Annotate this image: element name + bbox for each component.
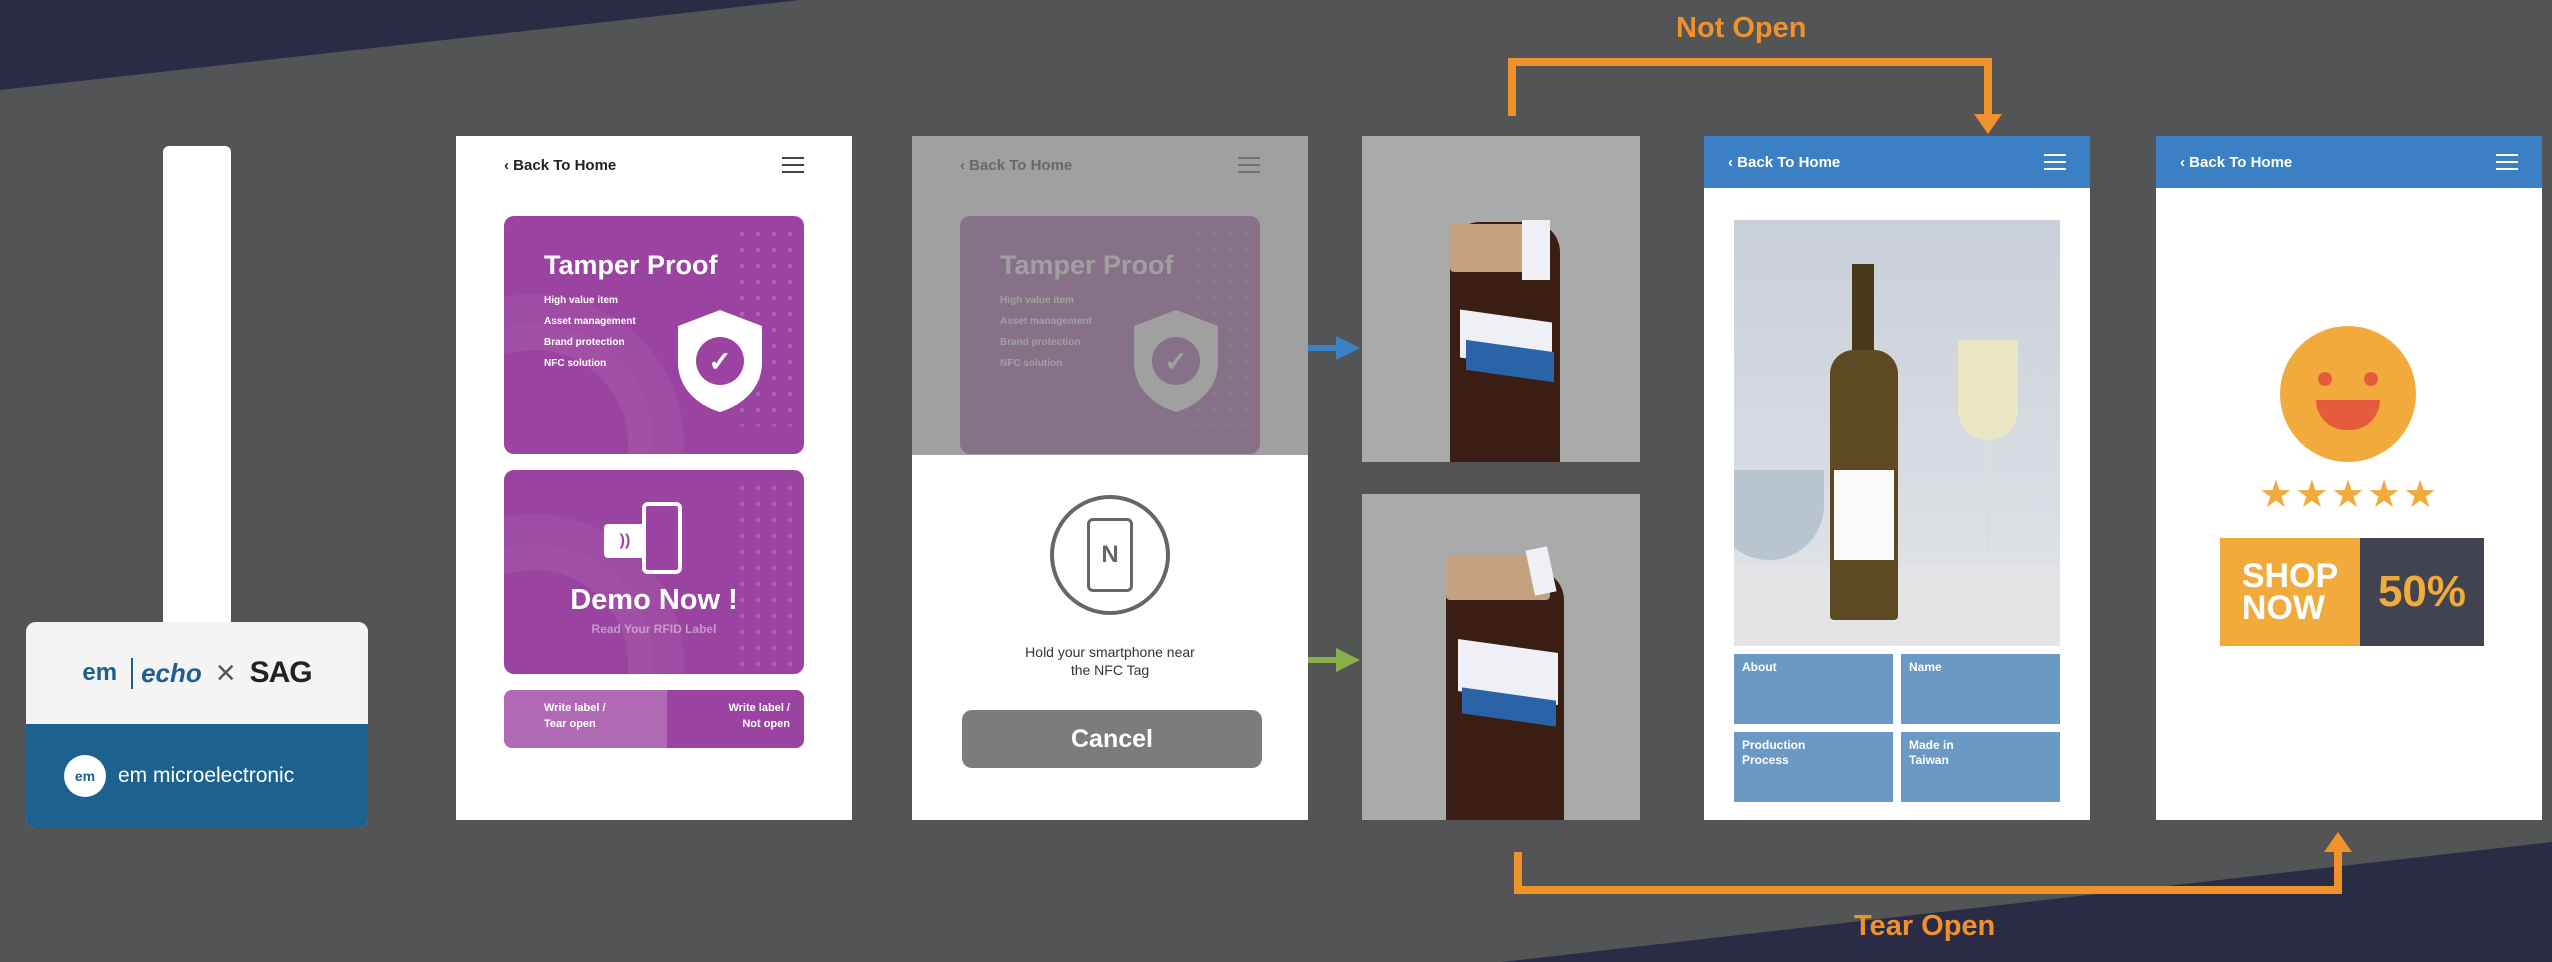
bullet-item: High value item bbox=[544, 295, 618, 306]
menu-icon[interactable] bbox=[782, 157, 804, 173]
name-cell[interactable]: Name bbox=[1901, 654, 2060, 724]
about-cell[interactable]: About bbox=[1734, 654, 1893, 724]
nfc-glyph: N bbox=[1087, 518, 1133, 592]
sealed-bottle-photo bbox=[1362, 136, 1640, 462]
shop-label: SHOP bbox=[2241, 557, 2339, 595]
dot-pattern bbox=[734, 480, 794, 674]
write-not-open-button[interactable]: Write label / Not open bbox=[667, 690, 804, 748]
nfc-tag: em echo × SAG em em microelectronic bbox=[26, 622, 368, 828]
em-logo-text: em bbox=[82, 659, 118, 686]
nfc-tag-company-row: em em microelectronic bbox=[26, 724, 368, 828]
company-name: em microelectronic bbox=[118, 764, 295, 787]
nav-bar: ‹ Back To Home bbox=[1704, 136, 2090, 188]
write-tear-label: Write label / bbox=[544, 702, 606, 714]
shop-now-coupon[interactable]: SHOP NOW 50% bbox=[2220, 538, 2484, 646]
five-star-rating: ★★★★★ bbox=[2258, 474, 2440, 516]
echo-logo-text: echo bbox=[131, 657, 202, 689]
back-to-home-link[interactable]: ‹ Back To Home bbox=[2180, 154, 2292, 171]
smiley-face-icon bbox=[2280, 326, 2416, 462]
back-label: Back To Home bbox=[2189, 153, 2293, 171]
phone-home-screen: ‹ Back To Home Tamper Proof High value i… bbox=[456, 136, 852, 820]
tamper-proof-card[interactable]: Tamper Proof High value item Asset manag… bbox=[504, 216, 804, 454]
sag-logo-text: SAG bbox=[249, 656, 313, 689]
back-to-home-link[interactable]: ‹ Back To Home bbox=[504, 157, 616, 174]
scan-instruction-line: Hold your smartphone near bbox=[1025, 644, 1195, 660]
scan-instruction-line: the NFC Tag bbox=[1070, 662, 1150, 678]
times-sign: × bbox=[215, 653, 236, 692]
back-to-home-link[interactable]: ‹ Back To Home bbox=[1728, 154, 1840, 171]
demo-now-card[interactable]: )) Demo Now ! Read Your RFID Label bbox=[504, 470, 804, 674]
nfc-tag-stem bbox=[163, 146, 231, 626]
not-open-arrow bbox=[1508, 58, 1992, 118]
now-label: NOW bbox=[2241, 589, 2325, 627]
menu-icon[interactable] bbox=[2496, 154, 2518, 170]
tear-open-arrow bbox=[1514, 850, 2342, 894]
write-not-label: Write label / bbox=[728, 702, 790, 714]
menu-icon[interactable] bbox=[2044, 154, 2066, 170]
nfc-scan-sheet: N Hold your smartphone near the NFC Tag … bbox=[912, 455, 1308, 820]
tear-open-label: Tear open bbox=[544, 718, 596, 730]
em-microelectronic-logo-icon: em bbox=[64, 755, 106, 797]
phone-scan-screen: ‹ Back To Home Tamper Proof High value i… bbox=[912, 136, 1308, 820]
nfc-phone-icon: )) bbox=[604, 502, 684, 574]
not-open-arrowhead bbox=[1974, 114, 2002, 134]
green-arrowhead bbox=[1336, 648, 1360, 672]
shop-now-text: SHOP NOW bbox=[2220, 538, 2360, 646]
back-label: Back To Home bbox=[1737, 153, 1841, 171]
bullet-item: NFC solution bbox=[544, 358, 607, 369]
discount-text: 50% bbox=[2360, 538, 2484, 646]
bullet-item: Brand protection bbox=[544, 337, 625, 348]
production-process-cell[interactable]: Production Process bbox=[1734, 732, 1893, 802]
write-tear-open-button[interactable]: Write label / Tear open bbox=[504, 690, 667, 748]
wine-bottle-photo bbox=[1734, 220, 2060, 646]
product-info-grid: About Name Production Process Made in Ta… bbox=[1734, 654, 2060, 802]
not-open-label: Not open bbox=[742, 718, 790, 730]
blue-arrowhead bbox=[1336, 336, 1360, 360]
nfc-scan-icon: N bbox=[1050, 495, 1170, 615]
back-label: Back To Home bbox=[513, 156, 617, 174]
cancel-button[interactable]: Cancel bbox=[962, 710, 1262, 768]
scan-instruction: Hold your smartphone near the NFC Tag bbox=[912, 643, 1308, 679]
nav-bar: ‹ Back To Home bbox=[456, 136, 852, 194]
tamper-proof-title: Tamper Proof bbox=[544, 250, 718, 280]
nav-bar: ‹ Back To Home bbox=[2156, 136, 2542, 188]
made-in-taiwan-cell[interactable]: Made in Taiwan bbox=[1901, 732, 2060, 802]
demo-now-subtitle: Read Your RFID Label bbox=[591, 622, 717, 636]
tamper-proof-bullets: High value item Asset management Brand p… bbox=[544, 290, 636, 374]
write-label-buttons: Write label / Tear open Write label / No… bbox=[504, 690, 804, 748]
nfc-tag-brand-row: em echo × SAG bbox=[26, 622, 368, 724]
phone-promo-screen: ‹ Back To Home ★★★★★ SHOP NOW 50% bbox=[2156, 136, 2542, 820]
phone-product-info-screen: ‹ Back To Home About Name Production Pro… bbox=[1704, 136, 2090, 820]
tear-open-arrowhead bbox=[2324, 832, 2352, 852]
bullet-item: Asset management bbox=[544, 316, 636, 327]
demo-now-title: Demo Now ! bbox=[570, 584, 738, 616]
torn-bottle-photo bbox=[1362, 494, 1640, 820]
